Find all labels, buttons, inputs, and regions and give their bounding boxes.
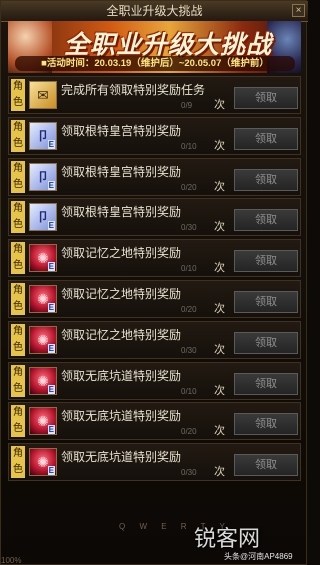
memory-crystal-icon[interactable]: ✺ E	[29, 244, 57, 273]
claim-button[interactable]: 领取	[234, 372, 298, 395]
corner-percentage: 100%	[1, 556, 22, 565]
equipment-badge-icon: E	[47, 180, 55, 190]
claim-button[interactable]: 领取	[234, 209, 298, 232]
task-row: 角色卩 E 领取根特皇宫特别奖励 0/10 次领取	[8, 116, 301, 155]
claim-button[interactable]: 领取	[234, 87, 298, 109]
task-row: 角色 ✺ E 领取无底坑道特别奖励 0/10 次领取	[8, 361, 301, 400]
task-name: 领取无底坑道特别奖励	[61, 409, 182, 424]
ticket-icon[interactable]: 卩E	[29, 162, 57, 191]
claim-button[interactable]: 领取	[234, 168, 298, 191]
task-progress: 0/20	[181, 427, 197, 437]
attribution: 头条@河南AP4869	[224, 552, 293, 561]
count-unit: 次	[214, 466, 225, 479]
task-name: 领取无底坑道特别奖励	[61, 368, 182, 383]
close-button[interactable]: ×	[292, 4, 305, 17]
task-row: 角色 ✺ E 领取记忆之地特别奖励 0/30 次领取	[8, 320, 301, 359]
event-window: 全职业升级大挑战 × 全职业升级大挑战 ■活动时间：20.03.19（维护后）~…	[0, 0, 308, 565]
quest-scroll-icon[interactable]: ✉	[29, 81, 57, 109]
count-unit: 次	[214, 99, 225, 111]
character-tag: 角色	[11, 282, 25, 315]
equipment-badge-icon: E	[47, 384, 55, 394]
claim-button[interactable]: 领取	[234, 127, 298, 150]
equipment-badge-icon: E	[47, 302, 55, 312]
task-row: 角色 ✺ E 领取记忆之地特别奖励 0/20 次领取	[8, 279, 301, 318]
task-name: 领取根特皇宫特别奖励	[61, 205, 182, 220]
character-tag: 角色	[11, 201, 25, 234]
task-row: 角色 ✺ E 领取无底坑道特别奖励 0/30 次领取	[8, 443, 301, 482]
memory-crystal-icon[interactable]: ✺ E	[29, 448, 57, 477]
window-title: 全职业升级大挑战	[106, 4, 203, 18]
task-progress: 0/9	[181, 101, 193, 110]
watermark: 锐客网	[194, 526, 261, 551]
count-unit: 次	[214, 343, 225, 356]
task-row: 角色 ✺ E 领取记忆之地特别奖励 0/10 次领取	[8, 239, 301, 278]
character-tag: 角色	[11, 119, 25, 152]
task-row: 角色卩 E 领取根特皇宫特别奖励 0/30 次领取	[8, 198, 301, 237]
equipment-badge-icon: E	[47, 262, 55, 272]
memory-crystal-icon[interactable]: ✺ E	[29, 284, 57, 313]
count-unit: 次	[214, 180, 225, 193]
character-tag: 角色	[11, 242, 25, 275]
task-row: 角色 ✺ E 领取无底坑道特别奖励 0/20 次领取	[8, 402, 301, 441]
task-progress: 0/30	[181, 345, 197, 355]
task-name: 完成所有领取特别奖励任务	[61, 83, 206, 97]
claim-button[interactable]: 领取	[234, 331, 298, 354]
count-unit: 次	[214, 221, 225, 234]
task-name: 领取记忆之地特别奖励	[61, 246, 182, 261]
equipment-badge-icon: E	[47, 343, 55, 353]
memory-crystal-icon[interactable]: ✺ E	[29, 407, 57, 436]
character-tag: 角色	[11, 79, 25, 111]
character-tag: 角色	[11, 323, 25, 356]
task-progress: 0/10	[181, 264, 197, 274]
task-row: 角色卩 E 领取根特皇宫特别奖励 0/20 次领取	[8, 157, 301, 196]
equipment-badge-icon: E	[47, 425, 55, 435]
task-progress: 0/20	[181, 182, 197, 192]
character-tag: 角色	[11, 405, 25, 438]
task-progress: 0/10	[181, 386, 197, 396]
character-tag: 角色	[11, 160, 25, 193]
claim-button[interactable]: 领取	[234, 413, 298, 436]
task-progress: 0/20	[181, 304, 197, 314]
task-name: 领取记忆之地特别奖励	[61, 327, 182, 342]
character-tag: 角色	[11, 364, 25, 397]
event-time: ■活动时间：20.03.19（维护后）~20.05.07（维护前）	[15, 56, 295, 71]
event-banner: 全职业升级大挑战 ■活动时间：20.03.19（维护后）~20.05.07（维护…	[8, 21, 301, 73]
task-name: 领取无底坑道特别奖励	[61, 450, 182, 465]
ticket-icon[interactable]: 卩E	[29, 121, 57, 150]
count-unit: 次	[214, 425, 225, 438]
task-name: 领取根特皇宫特别奖励	[61, 164, 182, 179]
task-progress: 0/30	[181, 468, 197, 478]
task-name: 领取根特皇宫特别奖励	[61, 123, 182, 138]
claim-button[interactable]: 领取	[234, 454, 298, 477]
task-name: 领取记忆之地特别奖励	[61, 286, 182, 301]
icon-glyph: ✉	[37, 87, 49, 103]
count-unit: 次	[214, 302, 225, 315]
count-unit: 次	[214, 139, 225, 152]
equipment-badge-icon: E	[47, 466, 55, 476]
count-unit: 次	[214, 384, 225, 397]
task-row: 角色 ✉ 完成所有领取特别奖励任务 0/9 次领取	[8, 76, 301, 114]
count-unit: 次	[214, 262, 225, 275]
claim-button[interactable]: 领取	[234, 290, 298, 313]
character-tag: 角色	[11, 446, 25, 479]
ticket-icon[interactable]: 卩E	[29, 203, 57, 232]
equipment-badge-icon: E	[47, 221, 55, 231]
memory-crystal-icon[interactable]: ✺ E	[29, 325, 57, 354]
equipment-badge-icon: E	[47, 139, 55, 149]
task-progress: 0/30	[181, 223, 197, 233]
memory-crystal-icon[interactable]: ✺ E	[29, 366, 57, 395]
window-titlebar[interactable]: 全职业升级大挑战 ×	[1, 1, 308, 22]
claim-button[interactable]: 领取	[234, 250, 298, 273]
task-list: 角色 ✉ 完成所有领取特别奖励任务 0/9 次领取 角色卩 E 领取根特皇宫特别奖励 0/10 次…	[8, 76, 301, 484]
task-progress: 0/10	[181, 141, 197, 151]
